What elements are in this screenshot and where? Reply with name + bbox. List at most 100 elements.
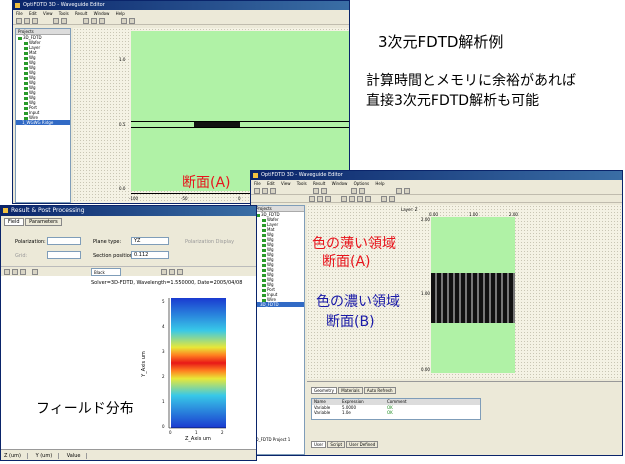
menu-result[interactable]: Result bbox=[75, 11, 87, 16]
section-position-select[interactable]: 0.112 bbox=[131, 251, 169, 259]
open-icon[interactable] bbox=[262, 188, 268, 194]
tab-geometry[interactable]: Geometry bbox=[311, 387, 337, 394]
label-light-region-line1: 色の薄い領域 bbox=[312, 236, 396, 252]
front-layout-canvas[interactable] bbox=[431, 217, 515, 373]
status-z: Z (um) bbox=[1, 453, 28, 459]
new-icon[interactable] bbox=[254, 188, 260, 194]
tab-auto-refresh[interactable]: Auto Refresh bbox=[363, 387, 396, 394]
menu-window[interactable]: Window bbox=[332, 181, 348, 186]
menu-tools[interactable]: Tools bbox=[297, 181, 307, 186]
waveguide-icon[interactable] bbox=[365, 196, 371, 202]
chart-icon[interactable] bbox=[161, 269, 167, 275]
back-y-tick-0: 1.0 bbox=[119, 57, 126, 62]
menu-window[interactable]: Window bbox=[94, 11, 110, 16]
cell-expression: 1.0e bbox=[342, 410, 351, 415]
color-select[interactable]: Black bbox=[91, 268, 121, 276]
tree-node-selected[interactable]: 1_WGWG Ridge bbox=[16, 120, 70, 125]
grid-icon[interactable] bbox=[396, 188, 402, 194]
front-bottom-label: 3D_FDTD Project 1 bbox=[253, 437, 291, 442]
plane-type-select[interactable]: YZ bbox=[131, 237, 169, 245]
polygon-icon[interactable] bbox=[357, 196, 363, 202]
zoom-icon[interactable] bbox=[351, 188, 357, 194]
zoom-out-icon[interactable] bbox=[325, 196, 331, 202]
field-plot[interactable] bbox=[151, 288, 231, 438]
new-icon[interactable] bbox=[16, 18, 22, 24]
grid-icon[interactable] bbox=[121, 18, 127, 24]
back-window-titlebar[interactable]: OptiFDTD 3D - Waveguide Editor bbox=[13, 1, 349, 10]
menu-help[interactable]: Help bbox=[375, 181, 384, 186]
select-icon[interactable] bbox=[99, 18, 105, 24]
back-x-tick-0: -100 bbox=[129, 196, 139, 201]
menu-tools[interactable]: Tools bbox=[59, 11, 69, 16]
front-window-menubar: File Edit View Tools Result Window Optio… bbox=[251, 180, 622, 187]
copy-icon[interactable] bbox=[61, 18, 67, 24]
tab-field[interactable]: Field bbox=[4, 218, 24, 226]
back-layout-canvas[interactable] bbox=[131, 31, 349, 191]
menu-view[interactable]: View bbox=[43, 11, 53, 16]
canvas-title: Layer: Z bbox=[401, 207, 418, 212]
app-icon bbox=[15, 3, 20, 8]
select-icon[interactable] bbox=[309, 196, 315, 202]
grid-select[interactable] bbox=[47, 251, 81, 259]
field-heatmap bbox=[171, 298, 226, 428]
menu-edit[interactable]: Edit bbox=[29, 11, 37, 16]
menu-file[interactable]: File bbox=[16, 11, 23, 16]
table-row[interactable]: Variable 1.0e OK bbox=[312, 410, 480, 415]
dialog-x-tick-1: 1 bbox=[195, 430, 198, 435]
tab-parameters[interactable]: Parameters bbox=[25, 218, 62, 226]
dialog-y-tick-5: 0 bbox=[162, 424, 165, 429]
pan-icon[interactable] bbox=[91, 18, 97, 24]
zoom-icon[interactable] bbox=[83, 18, 89, 24]
tab-script[interactable]: Script bbox=[327, 441, 346, 448]
label-light-region-line2: 断面(A) bbox=[322, 254, 371, 270]
source-icon[interactable] bbox=[389, 196, 395, 202]
polarization-display-label: Polarization Display bbox=[185, 239, 235, 245]
polarization-select[interactable] bbox=[47, 237, 81, 245]
tab-materials[interactable]: Materials bbox=[338, 387, 363, 394]
zoom-in-icon[interactable] bbox=[12, 269, 18, 275]
menu-view[interactable]: View bbox=[281, 181, 291, 186]
port-icon[interactable] bbox=[381, 196, 387, 202]
stop-icon[interactable] bbox=[321, 188, 327, 194]
menu-file[interactable]: File bbox=[254, 181, 261, 186]
rectangle-icon[interactable] bbox=[341, 196, 347, 202]
save-icon[interactable] bbox=[32, 18, 38, 24]
menu-result[interactable]: Result bbox=[313, 181, 325, 186]
zoom-out-icon[interactable] bbox=[20, 269, 26, 275]
save-icon[interactable] bbox=[270, 188, 276, 194]
menu-options[interactable]: Options bbox=[354, 181, 369, 186]
layer-icon[interactable] bbox=[129, 18, 135, 24]
label-dark-region-line1: 色の濃い領域 bbox=[316, 294, 400, 310]
cell-name: Variable bbox=[314, 410, 331, 415]
run-icon[interactable] bbox=[313, 188, 319, 194]
status-tabs: Geometry Materials Auto Refresh bbox=[311, 387, 396, 394]
status-y: Y (um) bbox=[29, 453, 60, 459]
layer-icon[interactable] bbox=[404, 188, 410, 194]
dialog-titlebar[interactable]: Result & Post Processing bbox=[1, 206, 256, 216]
menu-help[interactable]: Help bbox=[116, 11, 125, 16]
variables-table: Name Expression Comment Variable 5.0000 … bbox=[311, 398, 481, 420]
dialog-y-tick-4: 1 bbox=[162, 399, 165, 404]
rectangle-icon[interactable] bbox=[32, 269, 38, 275]
back-window-menubar: File Edit View Tools Result Window Help bbox=[13, 10, 349, 17]
tab-user[interactable]: User bbox=[311, 441, 327, 448]
cut-icon[interactable] bbox=[53, 18, 59, 24]
tab-user-defined[interactable]: User Defined bbox=[346, 441, 379, 448]
tree-node-selected[interactable]: 3D_FDTD bbox=[254, 302, 304, 307]
ellipse-icon[interactable] bbox=[349, 196, 355, 202]
color-icon[interactable] bbox=[169, 269, 175, 275]
slide-note-line1: 計算時間とメモリに余裕があれば bbox=[366, 73, 576, 89]
grating-region bbox=[431, 273, 515, 323]
pan-icon[interactable] bbox=[359, 188, 365, 194]
export-icon[interactable] bbox=[177, 269, 183, 275]
menu-edit[interactable]: Edit bbox=[267, 181, 275, 186]
tree-nodes: 3D_FDTD Wafer Layer Mat Wg Wg Wg Wg Wg Wg Wg Wg Wg Wg… bbox=[16, 35, 70, 125]
front-window-titlebar[interactable]: OptiFDTD 3D - Waveguide Editor bbox=[251, 171, 622, 180]
section-position-label: Section position: bbox=[93, 253, 135, 259]
select-icon[interactable] bbox=[4, 269, 10, 275]
label-dark-region-line2: 断面(B) bbox=[326, 314, 375, 330]
dialog-y-tick-3: 2 bbox=[162, 374, 165, 379]
zoom-in-icon[interactable] bbox=[317, 196, 323, 202]
open-icon[interactable] bbox=[24, 18, 30, 24]
plane-type-label: Plane type: bbox=[93, 239, 122, 245]
